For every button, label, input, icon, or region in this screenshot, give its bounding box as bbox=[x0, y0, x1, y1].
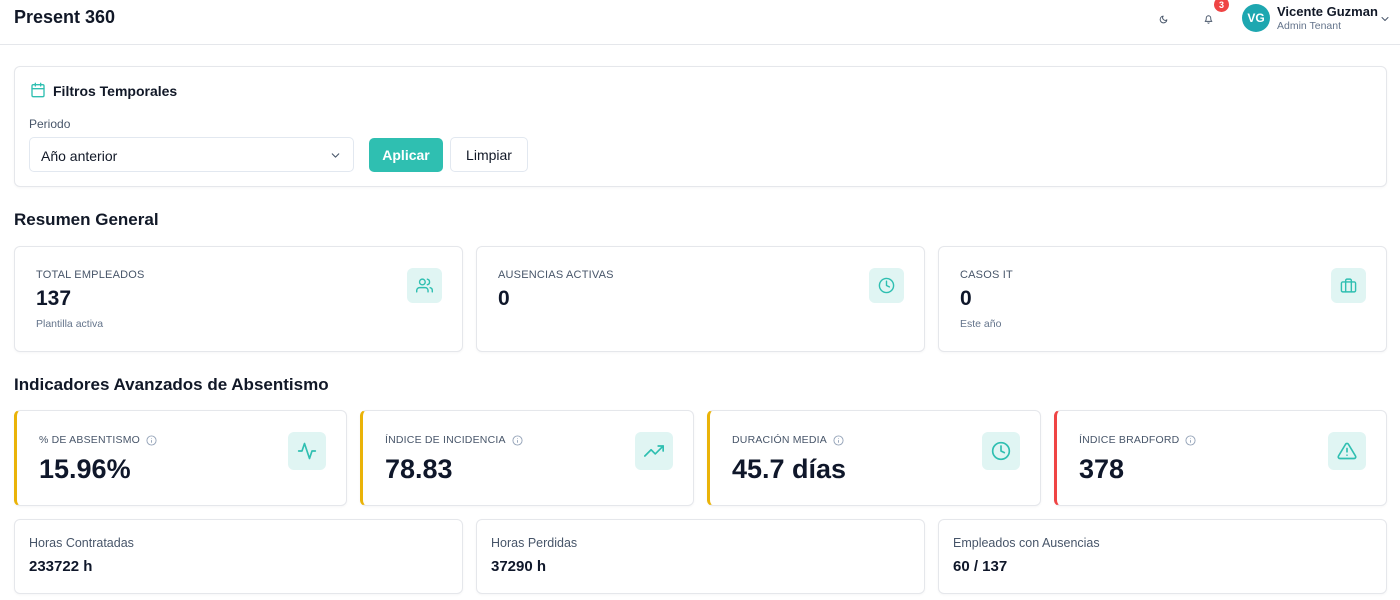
info-icon[interactable] bbox=[833, 434, 844, 446]
filters-title: Filtros Temporales bbox=[53, 83, 178, 99]
info-icon[interactable] bbox=[146, 434, 157, 446]
stat-label: CASOS IT bbox=[960, 269, 1013, 281]
user-name[interactable]: Vicente Guzman bbox=[1277, 4, 1378, 19]
hours-value: 37290 h bbox=[491, 558, 547, 575]
indicator-label: % DE ABSENTISMO bbox=[39, 434, 157, 446]
apply-button[interactable]: Aplicar bbox=[369, 138, 443, 172]
top-bar: Present 360 3 VG Vicente Guzman Admin Te… bbox=[0, 0, 1400, 45]
hours-value: 60 / 137 bbox=[953, 558, 1008, 575]
stat-value: 0 bbox=[960, 287, 972, 310]
indicator-card-avg-duration: DURACIÓN MEDIA 45.7 días bbox=[707, 410, 1041, 506]
clock-icon bbox=[869, 268, 904, 303]
stat-label: TOTAL EMPLEADOS bbox=[36, 269, 145, 281]
stat-card-total-employees: TOTAL EMPLEADOS 137 Plantilla activa bbox=[14, 246, 463, 352]
hours-card-employees-absent: Empleados con Ausencias 60 / 137 bbox=[938, 519, 1387, 594]
summary-section-title: Resumen General bbox=[14, 210, 159, 229]
stat-card-active-absences: AUSENCIAS ACTIVAS 0 bbox=[476, 246, 925, 352]
activity-icon bbox=[288, 432, 326, 470]
indicator-label: DURACIÓN MEDIA bbox=[732, 434, 844, 446]
briefcase-icon bbox=[1331, 268, 1366, 303]
calendar-icon bbox=[30, 82, 46, 98]
stat-label: AUSENCIAS ACTIVAS bbox=[498, 269, 614, 281]
notifications-bell-icon[interactable] bbox=[1201, 12, 1215, 26]
trending-up-icon bbox=[635, 432, 673, 470]
indicators-section-title: Indicadores Avanzados de Absentismo bbox=[14, 375, 329, 394]
theme-toggle-icon[interactable] bbox=[1156, 12, 1170, 26]
indicator-value: 45.7 días bbox=[732, 454, 847, 484]
clear-button[interactable]: Limpiar bbox=[450, 137, 528, 172]
hours-value: 233722 h bbox=[29, 558, 93, 575]
hours-card-lost: Horas Perdidas 37290 h bbox=[476, 519, 925, 594]
period-select[interactable]: Año anterior bbox=[29, 137, 354, 172]
hours-card-contracted: Horas Contratadas 233722 h bbox=[14, 519, 463, 594]
info-icon[interactable] bbox=[1185, 434, 1196, 446]
stat-value: 0 bbox=[498, 287, 510, 310]
indicator-card-absenteeism: % DE ABSENTISMO 15.96% bbox=[14, 410, 347, 506]
hours-label: Horas Contratadas bbox=[29, 536, 134, 550]
user-role: Admin Tenant bbox=[1277, 20, 1342, 32]
indicator-card-incidence: ÍNDICE DE INCIDENCIA 78.83 bbox=[360, 410, 694, 506]
indicator-value: 78.83 bbox=[385, 454, 453, 484]
hours-label: Horas Perdidas bbox=[491, 536, 578, 550]
avatar[interactable]: VG bbox=[1242, 4, 1270, 32]
stat-value: 137 bbox=[36, 287, 72, 310]
indicator-value: 378 bbox=[1079, 454, 1125, 484]
notification-count-badge: 3 bbox=[1214, 0, 1229, 12]
indicator-value: 15.96% bbox=[39, 454, 131, 484]
indicator-label: ÍNDICE BRADFORD bbox=[1079, 434, 1196, 446]
stat-subtitle: Plantilla activa bbox=[36, 318, 104, 330]
indicator-label-text: ÍNDICE DE INCIDENCIA bbox=[385, 434, 506, 446]
indicator-label-text: % DE ABSENTISMO bbox=[39, 434, 141, 446]
alert-triangle-icon bbox=[1328, 432, 1366, 470]
info-icon[interactable] bbox=[512, 434, 523, 446]
period-select-value: Año anterior bbox=[41, 148, 118, 164]
stat-card-it-cases: CASOS IT 0 Este año bbox=[938, 246, 1387, 352]
indicator-label: ÍNDICE DE INCIDENCIA bbox=[385, 434, 523, 446]
hours-label: Empleados con Ausencias bbox=[953, 536, 1100, 550]
stat-subtitle: Este año bbox=[960, 318, 1002, 330]
indicator-card-bradford: ÍNDICE BRADFORD 378 bbox=[1054, 410, 1387, 506]
app-title: Present 360 bbox=[14, 7, 116, 27]
indicator-label-text: ÍNDICE BRADFORD bbox=[1079, 434, 1180, 446]
chevron-down-icon bbox=[329, 149, 342, 162]
clock-icon bbox=[982, 432, 1020, 470]
period-label: Periodo bbox=[29, 117, 71, 131]
chevron-down-icon[interactable] bbox=[1379, 12, 1391, 24]
time-filters-card: Filtros Temporales Periodo Año anterior … bbox=[14, 66, 1387, 187]
users-icon bbox=[407, 268, 442, 303]
indicator-label-text: DURACIÓN MEDIA bbox=[732, 434, 827, 446]
